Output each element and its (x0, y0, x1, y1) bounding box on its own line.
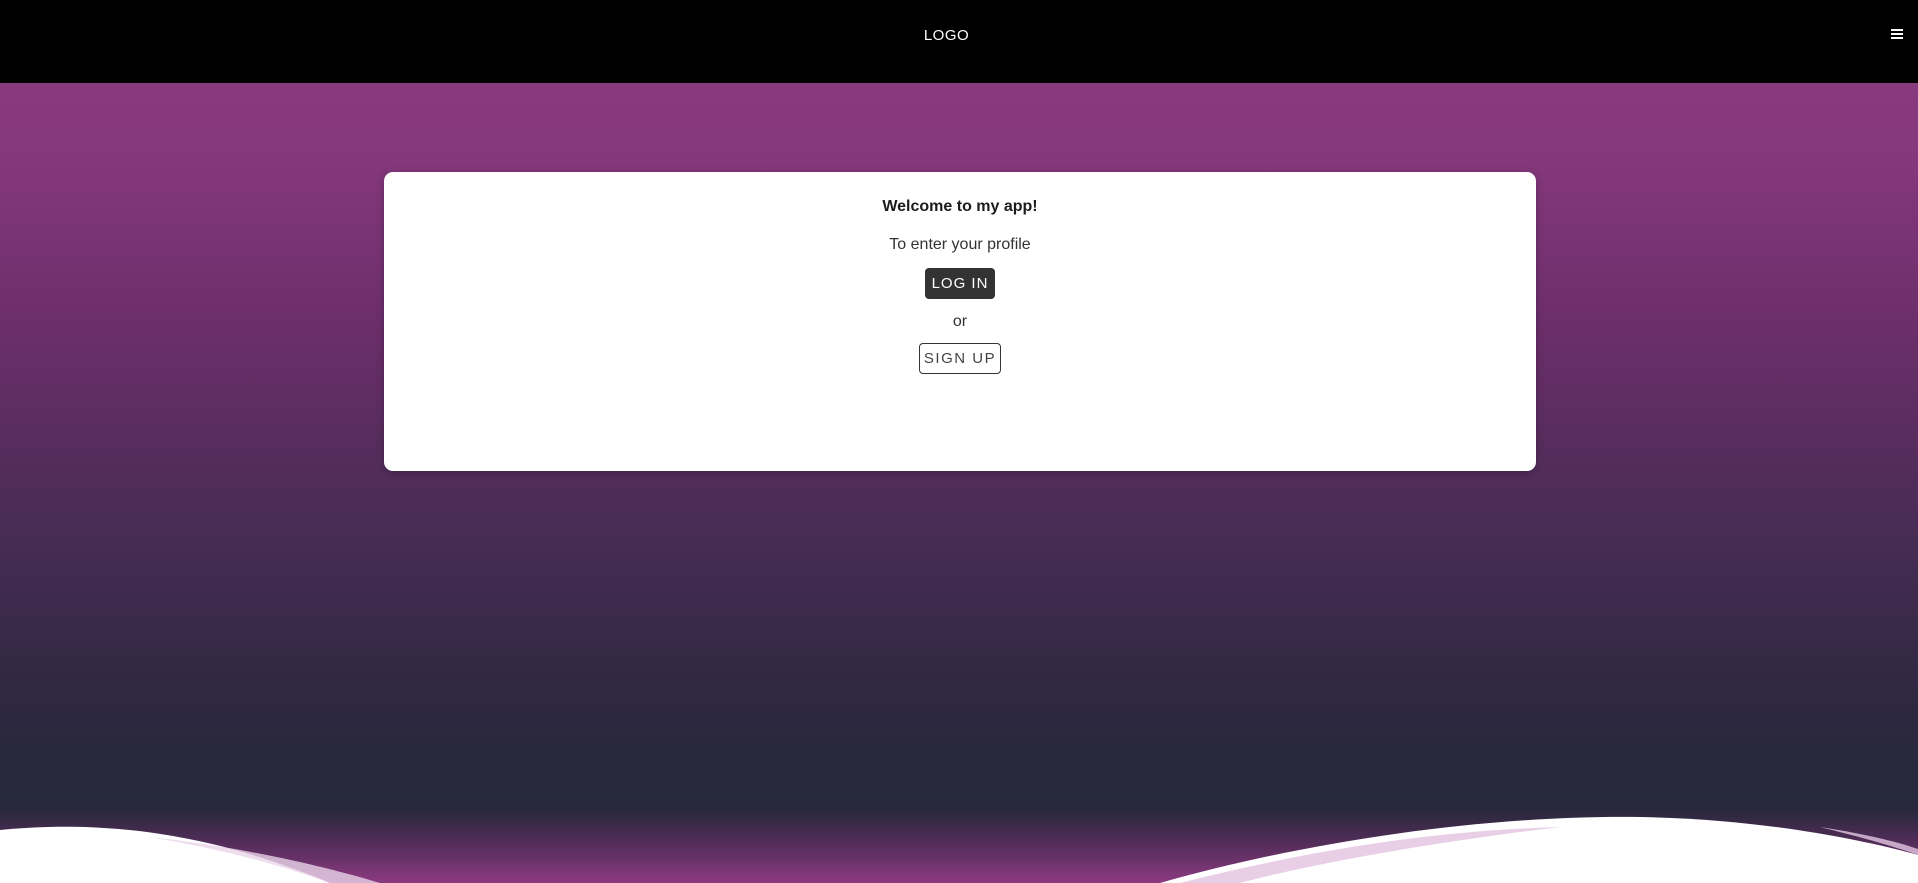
logo[interactable]: LOGO (0, 27, 1893, 44)
top-navigation-bar: LOGO (0, 0, 1918, 83)
welcome-card: Welcome to my app! To enter your profile… (384, 172, 1536, 471)
login-button[interactable]: LOG IN (925, 268, 995, 299)
decorative-wave (0, 793, 1918, 883)
welcome-title: Welcome to my app! (882, 198, 1038, 215)
page: LOGO Welcome to my app! To enter your pr… (0, 0, 1918, 883)
or-separator: or (952, 313, 968, 330)
signup-button[interactable]: SIGN UP (919, 343, 1001, 374)
hamburger-menu-icon[interactable] (1890, 27, 1904, 41)
welcome-subtitle: To enter your profile (889, 236, 1031, 253)
